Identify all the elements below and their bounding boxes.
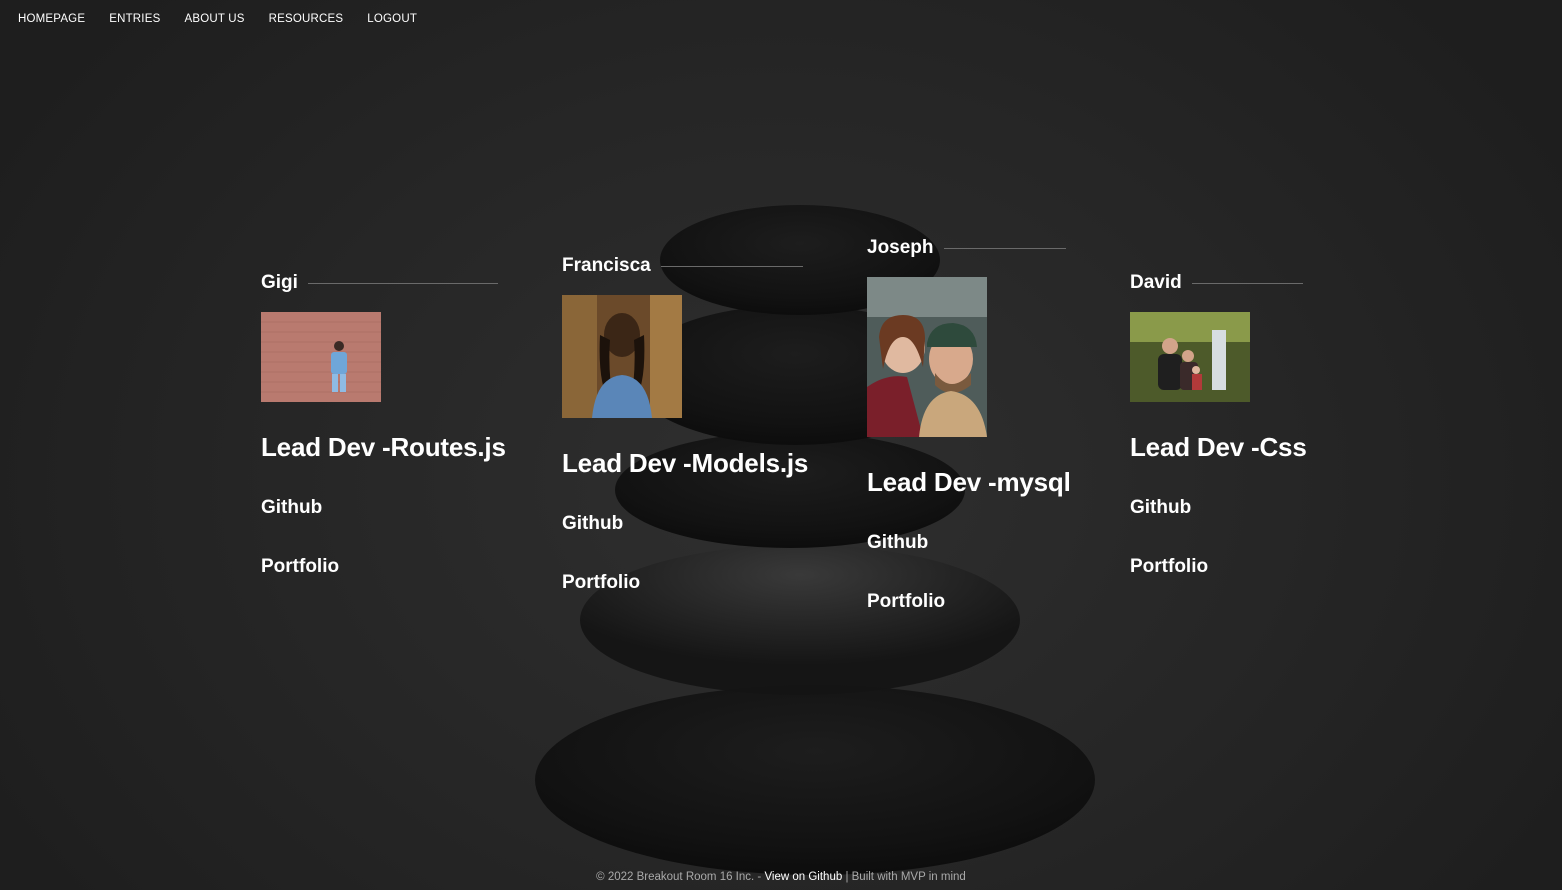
member-role: Lead Dev -Routes.js xyxy=(261,432,506,462)
portfolio-link[interactable]: Portfolio xyxy=(562,572,803,594)
member-card-francisca: Francisca Lead Dev -Models.js Github Por… xyxy=(562,254,809,594)
member-name: Francisca xyxy=(562,255,651,276)
member-photo xyxy=(867,277,987,437)
nav-resources[interactable]: RESOURCES xyxy=(269,12,344,26)
footer-copyright: © 2022 Breakout Room 16 Inc. - xyxy=(596,871,765,883)
member-photo xyxy=(261,312,381,402)
member-header: Gigi xyxy=(261,271,498,295)
member-photo xyxy=(1130,312,1250,402)
github-link[interactable]: Github xyxy=(562,513,803,535)
member-card-joseph: Joseph Lead Dev -mysql Github Portfolio xyxy=(867,236,1071,613)
member-role: Lead Dev -mysql xyxy=(867,467,1071,497)
nav-entries[interactable]: ENTRIES xyxy=(109,12,160,26)
member-card-david: David Lead Dev -Css Github Portfolio xyxy=(1130,271,1307,578)
github-link[interactable]: Github xyxy=(1130,497,1303,519)
member-card-gigi: Gigi Lead Dev -Routes.js Github Portfoli… xyxy=(261,271,506,578)
footer-github-link[interactable]: View on Github xyxy=(764,871,842,883)
member-role: Lead Dev -Css xyxy=(1130,432,1307,462)
portfolio-link[interactable]: Portfolio xyxy=(261,556,498,578)
nav-about-us[interactable]: ABOUT US xyxy=(184,12,244,26)
member-header: Joseph xyxy=(867,236,1066,260)
divider xyxy=(943,247,1066,249)
about-us-page: HOMEPAGE ENTRIES ABOUT US RESOURCES LOGO… xyxy=(0,0,1562,890)
divider xyxy=(307,282,498,284)
portfolio-link[interactable]: Portfolio xyxy=(1130,556,1303,578)
divider xyxy=(660,265,803,267)
divider xyxy=(1191,282,1303,284)
member-name: Gigi xyxy=(261,272,298,293)
footer: © 2022 Breakout Room 16 Inc. - View on G… xyxy=(0,871,1562,883)
member-name: Joseph xyxy=(867,237,934,258)
member-header: Francisca xyxy=(562,254,803,278)
member-header: David xyxy=(1130,271,1303,295)
member-photo xyxy=(562,295,682,418)
portfolio-link[interactable]: Portfolio xyxy=(867,591,1066,613)
footer-built-with: | Built with MVP in mind xyxy=(842,871,966,883)
top-nav: HOMEPAGE ENTRIES ABOUT US RESOURCES LOGO… xyxy=(18,12,441,26)
github-link[interactable]: Github xyxy=(867,532,1066,554)
member-role: Lead Dev -Models.js xyxy=(562,448,809,478)
nav-homepage[interactable]: HOMEPAGE xyxy=(18,12,85,26)
github-link[interactable]: Github xyxy=(261,497,498,519)
nav-logout[interactable]: LOGOUT xyxy=(367,12,417,26)
member-name: David xyxy=(1130,272,1182,293)
